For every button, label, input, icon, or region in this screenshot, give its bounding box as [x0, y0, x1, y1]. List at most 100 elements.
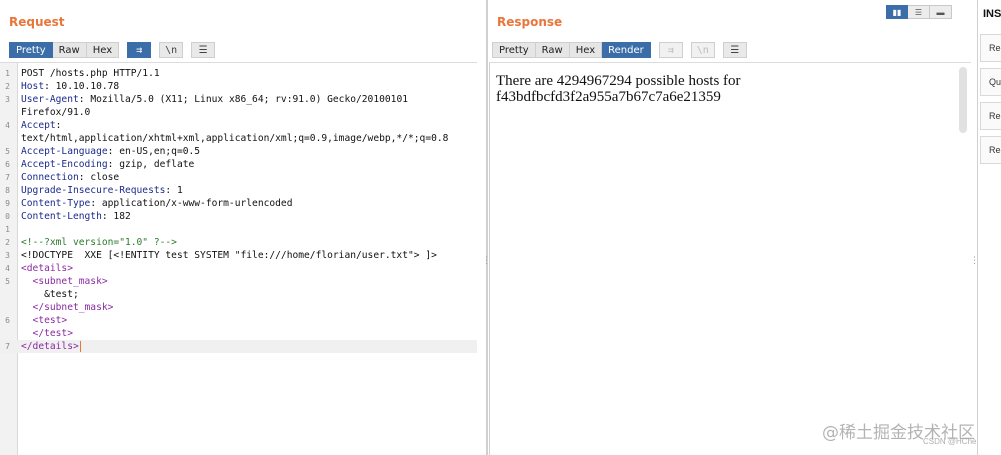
code-line[interactable]: 9 Content-Type: application/x-www-form-ur… [0, 197, 477, 210]
code-text: POST /hosts.php HTTP/1.1 [21, 67, 160, 80]
inspector-item[interactable]: Rec [980, 102, 1001, 130]
code-line[interactable]: 6 Accept-Encoding: gzip, deflate [0, 158, 477, 171]
line-number: 7 [5, 342, 10, 351]
code-line[interactable]: 5 <subnet_mask> [0, 275, 477, 288]
inspector-panel: INS Rec Qu Rec Rec [977, 0, 1001, 455]
code-token: : Mozilla/5.0 (X11; Linux x86_64; rv:91.… [78, 94, 408, 105]
code-text: Accept-Language: en-US,en;q=0.5 [21, 145, 200, 158]
panel-splitter[interactable] [486, 0, 488, 455]
code-line[interactable]: 1 [0, 223, 477, 236]
code-token: Accept [21, 120, 56, 131]
code-line[interactable]: &test; [0, 288, 477, 301]
line-number: 3 [5, 95, 10, 104]
code-line[interactable]: 3 <!DOCTYPE XXE [<!ENTITY test SYSTEM "fi… [0, 249, 477, 262]
code-line[interactable]: 7 </details> [0, 340, 477, 353]
watermark-sub-text: CSDN @HChe [923, 437, 977, 446]
code-line[interactable]: 1 POST /hosts.php HTTP/1.1 [0, 67, 477, 80]
request-editor[interactable]: 1 POST /hosts.php HTTP/1.1 2 Host: 10.10.10… [0, 62, 477, 455]
response-tab-hex[interactable]: Hex [569, 42, 603, 58]
code-line[interactable]: 2 Host: 10.10.10.78 [0, 80, 477, 93]
code-line[interactable]: 8 Upgrade-Insecure-Requests: 1 [0, 184, 477, 197]
code-line[interactable]: 0 Content-Length: 182 [0, 210, 477, 223]
response-tabbar: Pretty Raw Hex Render ⇉ \n ☰ [492, 41, 747, 59]
code-text: Firefox/91.0 [21, 106, 90, 119]
code-line[interactable]: text/html,application/xhtml+xml,applicat… [0, 132, 477, 145]
code-text: <test> [21, 314, 68, 327]
response-menu-icon[interactable]: ☰ [722, 42, 747, 58]
code-token: User-Agent [21, 94, 79, 105]
code-line[interactable]: 7 Connection: close [0, 171, 477, 184]
code-token: : [55, 120, 62, 131]
code-line[interactable]: 2 <!--?xml version="1.0" ?--> [0, 236, 477, 249]
inspector-item[interactable]: Rec [980, 34, 1001, 62]
request-tab-raw[interactable]: Raw [52, 42, 87, 58]
line-number: 1 [5, 225, 10, 234]
split-vertical-icon[interactable]: ▮▮ [886, 5, 908, 19]
code-token: : en-US,en;q=0.5 [107, 146, 201, 157]
code-line[interactable]: </subnet_mask> [0, 301, 477, 314]
code-token: </test> [21, 328, 73, 339]
request-wrap-icon[interactable]: ⇉ [127, 42, 152, 58]
code-line[interactable]: 4 <details> [0, 262, 477, 275]
response-tool-icons: ⇉ \n ☰ [651, 42, 747, 58]
code-text: <!--?xml version="1.0" ?--> [21, 236, 177, 249]
request-newline-icon[interactable]: \n [159, 42, 184, 58]
code-token: <details> [21, 263, 73, 274]
inspector-item[interactable]: Qu [980, 68, 1001, 96]
code-text: </subnet_mask> [21, 301, 114, 314]
line-number: 6 [5, 316, 10, 325]
line-number: 3 [5, 251, 10, 260]
response-newline-icon[interactable]: \n [690, 42, 715, 58]
code-line[interactable]: 3 User-Agent: Mozilla/5.0 (X11; Linux x86… [0, 93, 477, 106]
code-token: POST /hosts.php HTTP/1.1 [21, 68, 160, 79]
code-text: Accept: [21, 119, 61, 132]
code-text: Upgrade-Insecure-Requests: 1 [21, 184, 183, 197]
code-line[interactable]: Firefox/91.0 [0, 106, 477, 119]
code-text: <!DOCTYPE XXE [<!ENTITY test SYSTEM "fil… [21, 249, 437, 262]
request-tabbar: Pretty Raw Hex ⇉ \n ☰ [9, 41, 216, 59]
code-line[interactable]: </test> [0, 327, 477, 340]
code-token: </subnet_mask> [21, 302, 114, 313]
code-line[interactable]: 4 Accept: [0, 119, 477, 132]
request-lines: 1 POST /hosts.php HTTP/1.1 2 Host: 10.10.10… [0, 67, 477, 353]
code-token: Content-Type [21, 198, 91, 209]
request-title: Request [9, 15, 65, 29]
code-token: : 10.10.10.78 [44, 81, 120, 92]
code-token: Accept-Language [21, 146, 108, 157]
response-tab-raw[interactable]: Raw [535, 42, 570, 58]
response-tab-render[interactable]: Render [602, 42, 651, 58]
code-token: : close [78, 172, 120, 183]
line-number: 8 [5, 186, 10, 195]
code-token: : 182 [101, 211, 131, 222]
request-tab-hex[interactable]: Hex [86, 42, 120, 58]
code-text: Host: 10.10.10.78 [21, 80, 119, 93]
line-number: 2 [5, 238, 10, 247]
request-menu-icon[interactable]: ☰ [191, 42, 216, 58]
inspector-item[interactable]: Rec [980, 136, 1001, 164]
response-wrap-icon[interactable]: ⇉ [658, 42, 683, 58]
code-token: text/html,application/xhtml+xml,applicat… [21, 133, 449, 144]
line-number: 6 [5, 160, 10, 169]
code-token: &test; [21, 289, 79, 300]
code-line[interactable]: 5 Accept-Language: en-US,en;q=0.5 [0, 145, 477, 158]
inspector-title: INS [983, 8, 1001, 20]
split-horizontal-icon[interactable]: ☰ [908, 5, 930, 19]
render-scrollbar[interactable] [959, 67, 967, 133]
request-tab-pretty[interactable]: Pretty [9, 42, 53, 58]
code-token: Firefox/91.0 [21, 107, 91, 118]
response-tabs: Pretty Raw Hex Render [492, 42, 651, 58]
tabs-icon[interactable]: ▬ [930, 5, 952, 19]
code-token: Content-Length [21, 211, 102, 222]
response-render-view[interactable]: There are 4294967294 possible hosts for … [489, 62, 971, 455]
code-text: &test; [21, 288, 79, 301]
code-token: </details> [21, 341, 79, 352]
code-line[interactable]: 6 <test> [0, 314, 477, 327]
text-caret [79, 340, 81, 352]
line-number: 7 [5, 173, 10, 182]
code-token: : 1 [165, 185, 183, 196]
code-text: </test> [21, 327, 73, 340]
code-text: Connection: close [21, 171, 119, 184]
code-text: text/html,application/xhtml+xml,applicat… [21, 132, 448, 145]
response-tab-pretty[interactable]: Pretty [492, 42, 536, 58]
code-token: <!DOCTYPE XXE [<!ENTITY test SYSTEM "fil… [21, 250, 437, 261]
